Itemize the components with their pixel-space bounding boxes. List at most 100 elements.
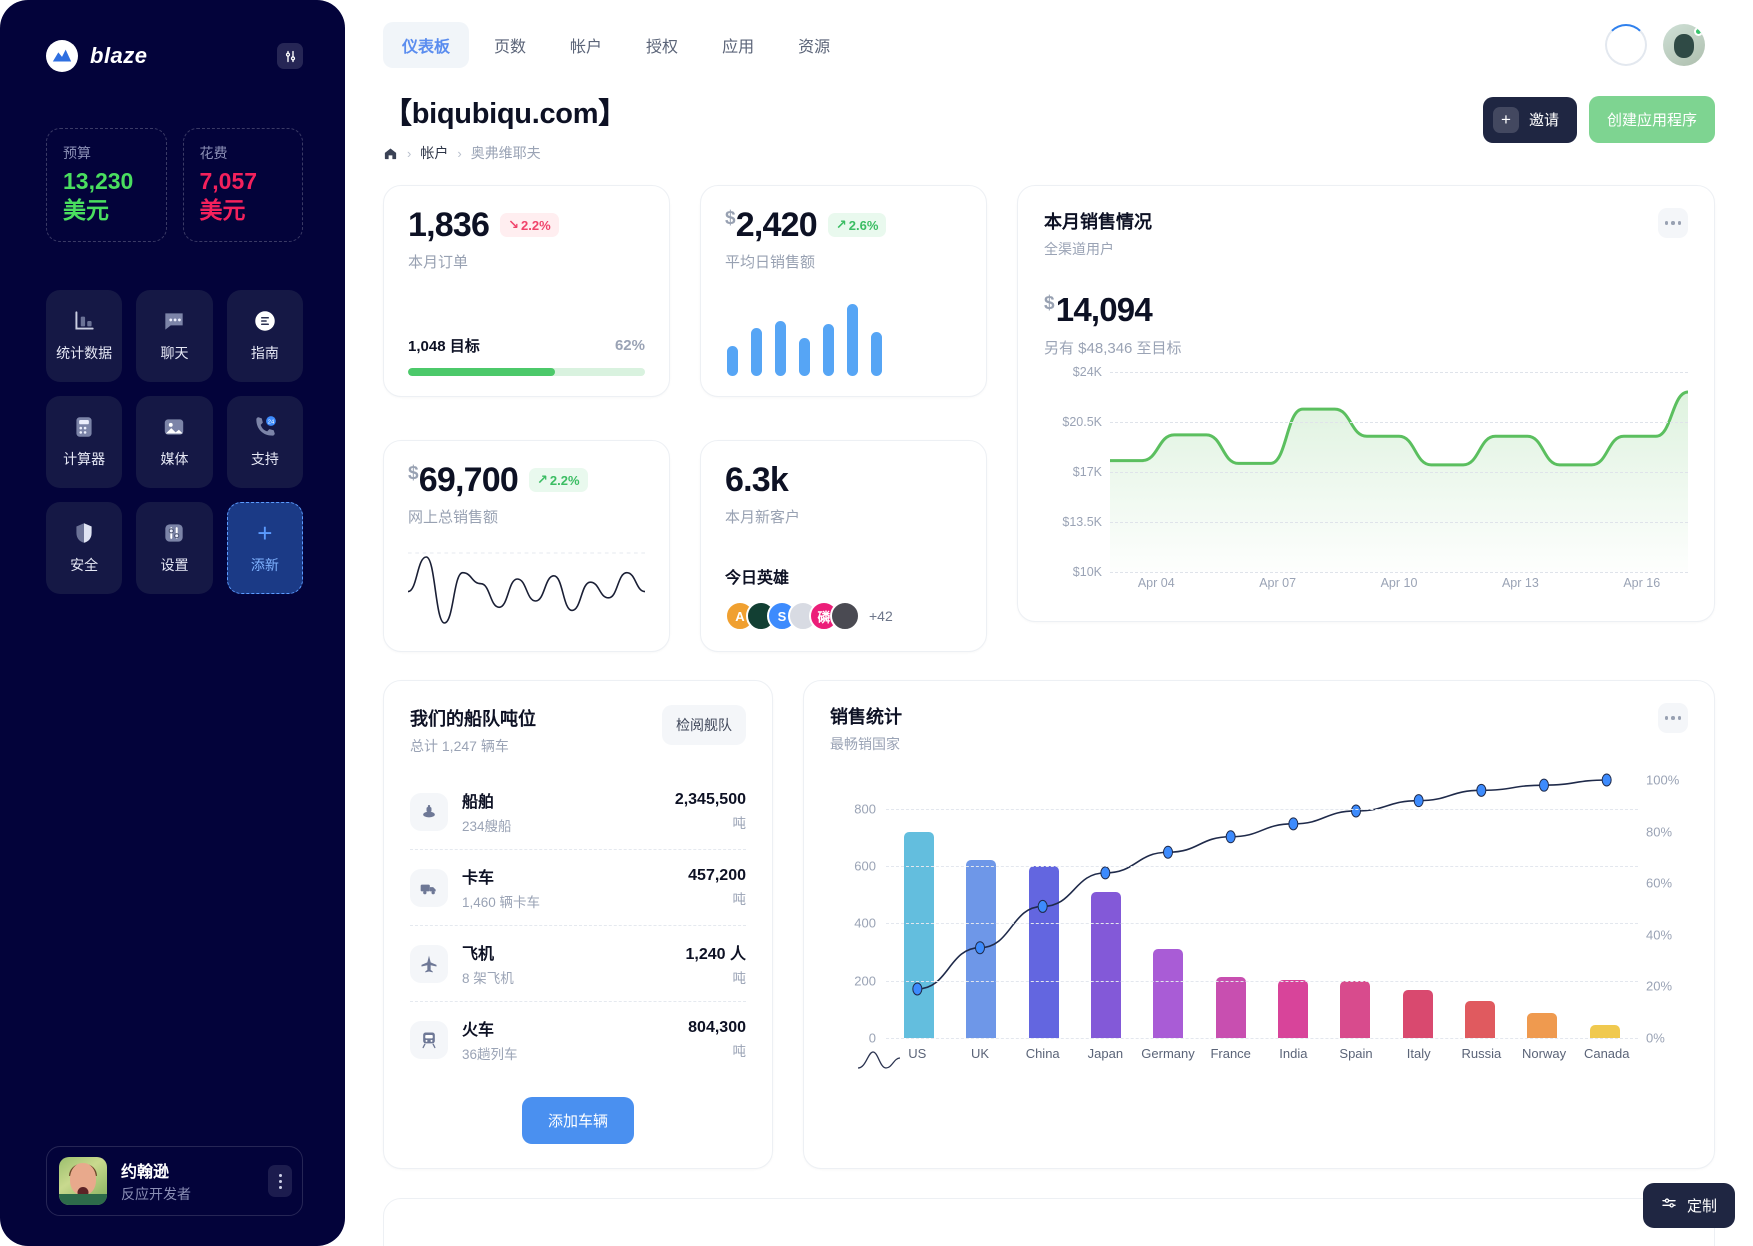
card-fleet-tonnage: 我们的船队吨位 总计 1,247 辆车 检阅舰队 船舶 234艘船 2,345,50… bbox=[383, 680, 773, 1169]
fleet-row-meta: 火车 36趟列车 bbox=[462, 1016, 674, 1063]
image-icon bbox=[161, 414, 187, 440]
gridline bbox=[886, 980, 1638, 982]
pareto-x-axis: US UK China Japan Germany France India Spain Ita… bbox=[886, 1046, 1638, 1061]
customize-button[interactable]: 定制 bbox=[1642, 1183, 1735, 1228]
cumulative-point[interactable] bbox=[1038, 900, 1047, 912]
tab-apps[interactable]: 应用 bbox=[703, 22, 773, 68]
cumulative-point[interactable] bbox=[1477, 784, 1486, 796]
account-avatar[interactable] bbox=[1663, 24, 1705, 66]
sidebar-item-settings[interactable]: 设置 bbox=[136, 501, 213, 594]
sidebar-item-add-new[interactable]: + 添新 bbox=[226, 501, 303, 594]
fleet-row[interactable]: 飞机 8 架飞机 1,240 人吨 bbox=[410, 925, 746, 1001]
home-icon[interactable] bbox=[383, 146, 398, 161]
arrow-down-icon: ↘ bbox=[508, 217, 519, 232]
tab-accounts[interactable]: 帐户 bbox=[551, 22, 621, 68]
fleet-row-unit: 吨 bbox=[732, 1044, 747, 1059]
page-title: 【biqubiqu.com】 bbox=[383, 98, 627, 130]
card-orders: 1,836 ↘ 2.2% 本月订单 1,048 目标 62% bbox=[383, 185, 670, 397]
sidebar-item-chat-label: 聊天 bbox=[160, 345, 189, 361]
sidebar-item-statistics[interactable]: 统计数据 bbox=[46, 289, 123, 382]
area-y-tick: $24K bbox=[1072, 365, 1102, 379]
fleet-row-unit: 吨 bbox=[732, 816, 747, 831]
sidebar-profile[interactable]: 约翰逊 反应开发者 bbox=[46, 1146, 303, 1216]
pareto-y-tick: 600 bbox=[854, 858, 876, 874]
cumulative-point[interactable] bbox=[1602, 774, 1611, 786]
cumulative-point[interactable] bbox=[1289, 818, 1298, 830]
fleet-row[interactable]: 卡车 1,460 辆卡车 457,200 吨 bbox=[410, 849, 746, 925]
tab-pages[interactable]: 页数 bbox=[475, 22, 545, 68]
kpi-budget: 预算 13,230 美元 bbox=[46, 128, 167, 242]
sidebar-item-support[interactable]: 24 支持 bbox=[226, 395, 303, 488]
kebab-menu-icon[interactable] bbox=[1658, 703, 1688, 733]
pareto-x-tick: UK bbox=[970, 1046, 990, 1061]
cumulative-point[interactable] bbox=[1414, 795, 1423, 807]
area-y-tick: $13.5K bbox=[1062, 515, 1102, 529]
sliders-icon[interactable] bbox=[277, 43, 303, 69]
monthly-sales-area-chart: $24K $20.5K $17K $13.5K $10K Apr 04 Apr … bbox=[1044, 365, 1688, 607]
loading-spinner-icon[interactable] bbox=[1605, 24, 1647, 66]
minibar bbox=[799, 338, 810, 376]
invite-button[interactable]: + 邀请 bbox=[1482, 96, 1577, 143]
cumulative-point[interactable] bbox=[975, 942, 984, 954]
avg-daily-headline: $2,420 ↗ 2.6% bbox=[725, 208, 962, 242]
orders-delta-badge: ↘ 2.2% bbox=[500, 213, 559, 237]
kebab-menu-icon[interactable] bbox=[1658, 208, 1688, 238]
sidebar-item-media[interactable]: 媒体 bbox=[136, 395, 213, 488]
online-sales-subtitle: 网上总销售额 bbox=[408, 509, 499, 526]
sidebar-item-guide[interactable]: 指南 bbox=[226, 289, 303, 382]
fleet-row-sub: 36趟列车 bbox=[462, 1047, 518, 1062]
pareto-x-tick: Germany bbox=[1141, 1046, 1195, 1061]
review-fleet-button[interactable]: 检阅舰队 bbox=[662, 705, 746, 745]
add-vehicle-button[interactable]: 添加车辆 bbox=[521, 1097, 634, 1144]
avatar[interactable] bbox=[830, 601, 860, 631]
brand[interactable]: blaze bbox=[46, 40, 148, 72]
pareto-x-tick: Spain bbox=[1339, 1046, 1373, 1061]
fleet-row-value: 2,345,500 bbox=[674, 791, 746, 808]
minibar bbox=[871, 332, 882, 376]
plane-icon bbox=[410, 944, 448, 983]
tab-resources[interactable]: 资源 bbox=[779, 22, 849, 68]
pareto-percent-tick: 0% bbox=[1646, 1030, 1665, 1046]
monthly-sales-title: 本月销售情况 bbox=[1044, 212, 1152, 232]
cumulative-point[interactable] bbox=[1539, 779, 1548, 791]
profile-role: 反应开发者 bbox=[121, 1186, 191, 1202]
breadcrumb-item-accounts[interactable]: 帐户 bbox=[420, 143, 448, 163]
bottom-partial-card bbox=[383, 1198, 1715, 1246]
tab-dashboard[interactable]: 仪表板 bbox=[383, 22, 470, 68]
kebab-menu-icon[interactable] bbox=[268, 1165, 292, 1197]
bell-curve-icon bbox=[856, 1046, 902, 1072]
new-customers-headline: 6.3k bbox=[725, 463, 962, 497]
card-new-customers: 6.3k 本月新客户 今日英雄 A S 磷 +42 bbox=[700, 440, 987, 652]
sidebar-item-security[interactable]: 安全 bbox=[46, 501, 123, 594]
sidebar-item-chat[interactable]: 聊天 bbox=[136, 289, 213, 382]
fleet-row-value: 457,200 bbox=[688, 867, 746, 884]
cumulative-point[interactable] bbox=[913, 983, 922, 995]
pareto-plot bbox=[886, 779, 1638, 1039]
fleet-row-name: 飞机 bbox=[462, 946, 495, 963]
avg-daily-amount: 2,420 bbox=[735, 206, 818, 244]
page-header-actions: + 邀请 创建应用程序 bbox=[1482, 90, 1715, 143]
cumulative-point[interactable] bbox=[1226, 831, 1235, 843]
arrow-up-icon: ↗ bbox=[835, 217, 847, 232]
fleet-row[interactable]: 船舶 234艘船 2,345,500 吨 bbox=[410, 774, 746, 849]
sidebar-item-settings-label: 设置 bbox=[160, 557, 189, 573]
train-icon bbox=[410, 1020, 448, 1059]
avg-daily-delta-value: 2.6% bbox=[848, 217, 879, 233]
cumulative-point[interactable] bbox=[1163, 846, 1172, 858]
orders-headline: 1,836 ↘ 2.2% bbox=[408, 208, 645, 242]
cumulative-point[interactable] bbox=[1351, 805, 1360, 817]
fleet-row-meta: 卡车 1,460 辆卡车 bbox=[462, 864, 674, 911]
sidebar-item-calculator[interactable]: 计算器 bbox=[46, 395, 123, 488]
kpi-budget-label: 预算 bbox=[63, 145, 91, 161]
currency-symbol: $ bbox=[725, 207, 736, 229]
fleet-row-values: 457,200 吨 bbox=[688, 867, 746, 908]
bar-chart-icon bbox=[71, 308, 97, 334]
fleet-row-unit: 吨 bbox=[732, 892, 747, 907]
fleet-row[interactable]: 火车 36趟列车 804,300 吨 bbox=[410, 1001, 746, 1077]
fleet-row-meta: 船舶 234艘船 bbox=[462, 788, 661, 835]
fleet-row-unit: 吨 bbox=[732, 971, 747, 986]
cumulative-point[interactable] bbox=[1101, 867, 1110, 879]
tab-authorization[interactable]: 授权 bbox=[627, 22, 697, 68]
create-app-button[interactable]: 创建应用程序 bbox=[1588, 96, 1715, 143]
minibar bbox=[727, 346, 738, 376]
